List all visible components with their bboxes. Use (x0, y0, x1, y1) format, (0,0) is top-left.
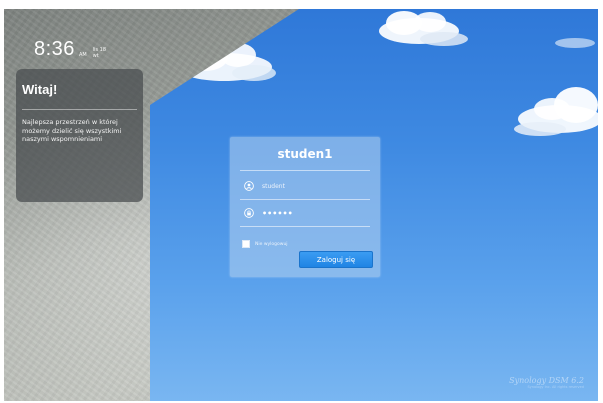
username-field[interactable]: student (240, 178, 370, 194)
remember-label: Nie wylogowuj (255, 241, 288, 247)
welcome-title: Witaj! (22, 82, 58, 97)
password-field[interactable]: •••••• (240, 205, 370, 221)
username-underline (240, 199, 370, 200)
login-title-divider (240, 170, 370, 171)
brand-watermark: Synology DSM 6.2 Synology Inc. All right… (509, 376, 584, 389)
remember-checkbox[interactable] (242, 240, 250, 248)
username-value: student (262, 182, 285, 190)
clock-weekday: wt (92, 53, 99, 59)
password-value: •••••• (262, 208, 293, 218)
user-icon (244, 181, 254, 191)
brand-tagline: Synology Inc. All rights reserved (527, 385, 584, 389)
brand-name: Synology DSM 6.2 (509, 376, 584, 385)
remember-me[interactable]: Nie wylogowuj (242, 240, 288, 248)
clock-ampm: AM (78, 52, 87, 58)
cloud-top-center (379, 11, 468, 46)
welcome-divider (22, 109, 137, 110)
login-button[interactable]: Zaloguj się (299, 251, 373, 268)
login-screen: 8:36 AM lis 18 wt Witaj! Najlepsza przes… (4, 9, 598, 401)
password-underline (240, 226, 370, 227)
clock-date: lis 18 wt (93, 47, 106, 59)
clock-time: 8:36 (34, 38, 75, 60)
cloud-right (514, 87, 598, 136)
welcome-panel: Witaj! Najlepsza przestrzeń w której moż… (16, 69, 143, 202)
server-name: studen1 (277, 147, 333, 161)
login-panel: studen1 student •••••• Nie wylogowuj Zal (230, 137, 380, 277)
cloud-right-small (555, 38, 595, 48)
clock: 8:36 AM lis 18 wt (34, 39, 106, 59)
lock-icon (244, 208, 254, 218)
welcome-message: Najlepsza przestrzeń w której możemy dzi… (22, 118, 122, 143)
